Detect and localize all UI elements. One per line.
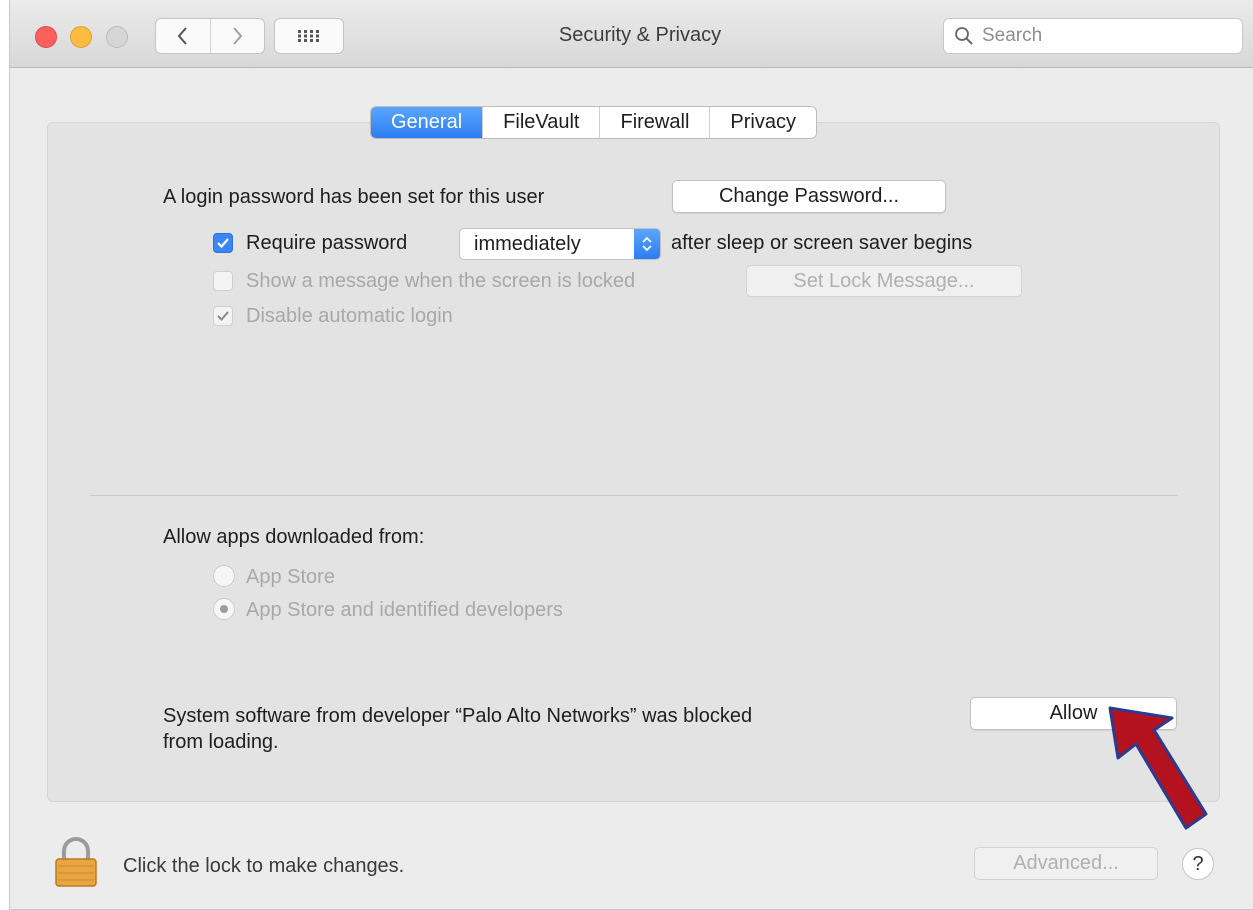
radio-identified-developers[interactable]: [213, 598, 235, 620]
advanced-button[interactable]: Advanced...: [974, 847, 1158, 880]
select-arrows-icon: [634, 229, 660, 259]
tab-firewall[interactable]: Firewall: [599, 107, 709, 138]
tab-general[interactable]: General: [371, 107, 483, 138]
grid-icon: [298, 30, 319, 42]
chevron-right-icon: [233, 27, 243, 45]
show-all-button[interactable]: [274, 18, 344, 54]
disable-auto-login-label: Disable automatic login: [246, 305, 453, 327]
allow-apps-heading: Allow apps downloaded from:: [163, 526, 425, 548]
tab-bar: General FileVault Firewall Privacy: [370, 106, 817, 139]
chevron-left-icon: [177, 27, 187, 45]
require-password-suffix: after sleep or screen saver begins: [671, 232, 973, 254]
radio-selected-dot: [220, 605, 228, 613]
title-bar: Security & Privacy: [10, 0, 1253, 68]
zoom-window-button[interactable]: [106, 26, 128, 48]
back-button[interactable]: [156, 19, 210, 53]
disable-auto-login-checkbox[interactable]: [213, 306, 233, 326]
require-password-select[interactable]: immediately: [459, 228, 661, 260]
tab-filevault[interactable]: FileVault: [482, 107, 599, 138]
lock-text: Click the lock to make changes.: [123, 855, 405, 877]
tab-privacy[interactable]: Privacy: [709, 107, 816, 138]
require-password-label: Require password: [246, 232, 408, 254]
set-lock-message-button[interactable]: Set Lock Message...: [746, 265, 1022, 297]
blocked-notice-line1: System software from developer “Palo Alt…: [163, 705, 753, 727]
radio-app-store[interactable]: [213, 565, 235, 587]
checkmark-icon: [217, 238, 229, 249]
checkmark-icon: [217, 311, 229, 321]
close-window-button[interactable]: [35, 26, 57, 48]
search-icon: [955, 27, 973, 45]
forward-button[interactable]: [209, 19, 265, 53]
require-password-value: immediately: [474, 232, 581, 255]
navigation-buttons: [155, 18, 265, 54]
login-password-text: A login password has been set for this u…: [163, 186, 545, 208]
blocked-notice-line2: from loading.: [163, 731, 279, 753]
radio-identified-developers-label: App Store and identified developers: [246, 599, 563, 621]
window-title: Security & Privacy: [558, 24, 722, 46]
show-message-label: Show a message when the screen is locked: [246, 270, 636, 292]
security-privacy-window: Security & Privacy General FileVault Fir…: [9, 0, 1253, 910]
require-password-checkbox[interactable]: [213, 233, 233, 253]
show-message-checkbox[interactable]: [213, 271, 233, 291]
padlock-icon[interactable]: [52, 836, 100, 888]
change-password-button[interactable]: Change Password...: [672, 180, 946, 213]
search-input[interactable]: [980, 24, 1224, 48]
red-arrow-icon: [1108, 706, 1208, 830]
section-divider: [90, 495, 1177, 496]
search-field[interactable]: [943, 18, 1243, 54]
minimize-window-button[interactable]: [70, 26, 92, 48]
radio-app-store-label: App Store: [246, 566, 335, 588]
help-button[interactable]: ?: [1182, 848, 1214, 880]
